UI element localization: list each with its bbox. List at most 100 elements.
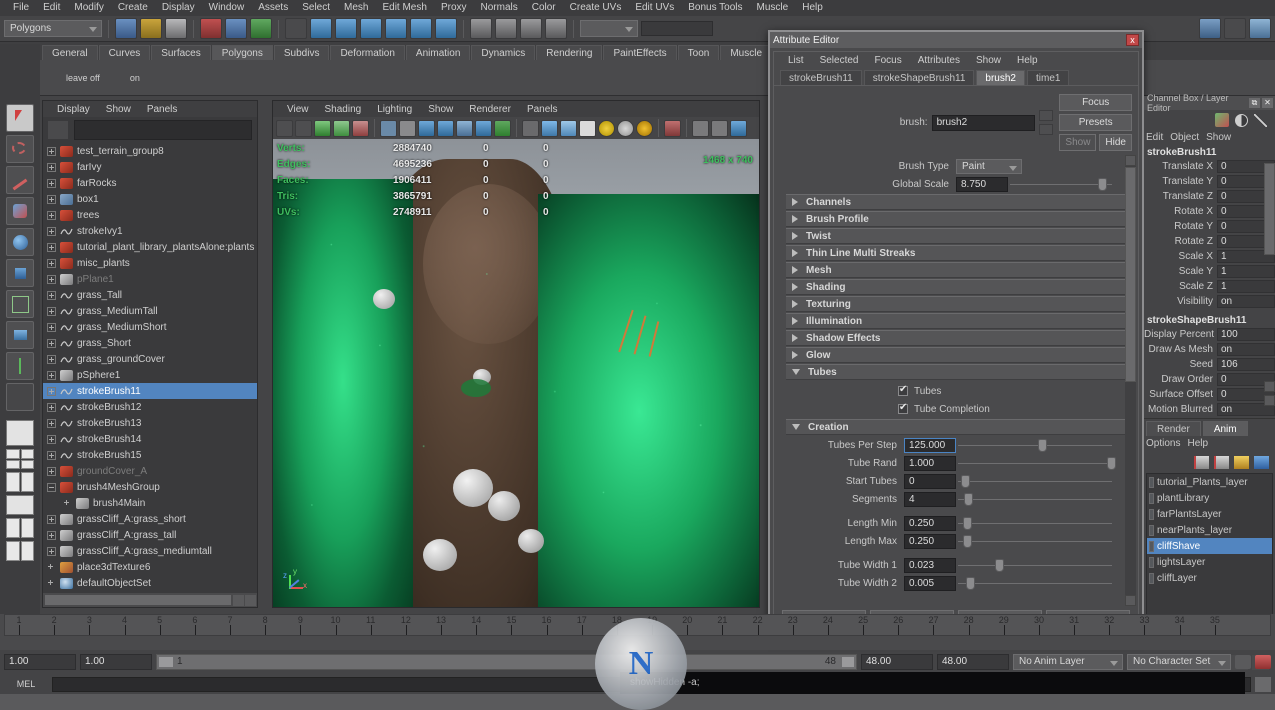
layer-editor-tabs[interactable]: Render Anim: [1144, 419, 1275, 436]
expand-toggle-icon[interactable]: [47, 434, 56, 444]
select-by-hierarchy-icon[interactable]: [200, 18, 222, 39]
channel-value-display-percent[interactable]: 100: [1217, 328, 1275, 341]
outliner-item-strokeivy1[interactable]: strokeIvy1: [43, 223, 257, 239]
shelf-tab-dynamics[interactable]: Dynamics: [471, 45, 536, 60]
expand-toggle-icon[interactable]: [47, 290, 56, 300]
outliner-item-grasscliff-a-grass-short[interactable]: grassCliff_A:grass_short: [43, 511, 257, 527]
menu-item-bonus-tools[interactable]: Bonus Tools: [681, 0, 749, 16]
attribute-editor-title-bar[interactable]: Attribute Editor x: [770, 32, 1142, 48]
image-plane-icon[interactable]: [352, 119, 369, 137]
layout-persp-trax-icon[interactable]: [6, 541, 34, 561]
range-slider[interactable]: 1 48: [156, 654, 857, 670]
outliner-hscrollbar[interactable]: [43, 593, 257, 607]
outliner-item-psphere1[interactable]: pSphere1: [43, 367, 257, 383]
expand-toggle-icon[interactable]: [47, 482, 56, 492]
snap-construction-icon[interactable]: [410, 18, 432, 39]
outliner-search-input[interactable]: [74, 120, 252, 140]
menu-item-display[interactable]: Display: [155, 0, 202, 16]
expand-toggle-icon[interactable]: [47, 450, 56, 460]
focus-button[interactable]: Focus: [1059, 94, 1132, 111]
ae-tab-brush2[interactable]: brush2: [976, 70, 1025, 85]
shelf-tab-muscle[interactable]: Muscle: [720, 45, 773, 60]
expand-toggle-icon[interactable]: [47, 162, 56, 172]
cb-menu-edit[interactable]: Edit: [1146, 132, 1163, 143]
expand-toggle-icon[interactable]: [47, 386, 56, 396]
layer-visibility-icon[interactable]: [1149, 524, 1154, 536]
section-channels[interactable]: Channels: [786, 194, 1128, 210]
layout-four-view-icon[interactable]: [6, 449, 34, 469]
snap-grid-icon[interactable]: [310, 18, 332, 39]
diagonal-line-icon[interactable]: [1254, 113, 1267, 127]
ae-tab-time1[interactable]: time1: [1026, 70, 1070, 85]
layout-hypershade-persp-icon[interactable]: [6, 518, 34, 538]
outliner-item-trees[interactable]: trees: [43, 207, 257, 223]
shelf-tab-toon[interactable]: Toon: [677, 45, 720, 60]
wireframe-shading-icon[interactable]: [522, 119, 539, 137]
shelf-tab-curves[interactable]: Curves: [98, 45, 151, 60]
outliner-item-pplane1[interactable]: pPlane1: [43, 271, 257, 287]
shelf-tab-painteffects[interactable]: PaintEffects: [603, 45, 677, 60]
shelf-tab-deformation[interactable]: Deformation: [330, 45, 405, 60]
menu-item-create[interactable]: Create: [111, 0, 155, 16]
expand-toggle-icon[interactable]: [47, 354, 56, 364]
menu-item-edit-uvs[interactable]: Edit UVs: [628, 0, 681, 16]
universal-manipulator-icon[interactable]: [6, 290, 34, 318]
menu-item-file[interactable]: File: [6, 0, 36, 16]
outliner-item-strokebrush11[interactable]: strokeBrush11: [43, 383, 257, 399]
slider-handle[interactable]: [1038, 438, 1048, 452]
expand-toggle-icon[interactable]: [47, 274, 56, 284]
expand-toggle-icon[interactable]: [47, 579, 56, 588]
snap-filter-icon[interactable]: [285, 18, 307, 39]
outliner-item-defaultobjectset[interactable]: defaultObjectSet: [43, 575, 257, 591]
flat-shade-icon[interactable]: [579, 119, 596, 137]
resolution-gate-icon[interactable]: [437, 119, 454, 137]
two-d-pan-zoom-icon[interactable]: [380, 119, 397, 137]
layer-menu-options[interactable]: Options: [1146, 438, 1180, 449]
scroll-right-icon[interactable]: [245, 594, 256, 606]
animation-end-field[interactable]: 48.00: [937, 654, 1009, 670]
half-circle-icon[interactable]: [1235, 113, 1248, 127]
layer-visibility-icon[interactable]: [1149, 476, 1154, 488]
section-twist[interactable]: Twist: [786, 228, 1128, 244]
animation-preferences-icon[interactable]: [1255, 655, 1271, 669]
expand-toggle-icon[interactable]: [47, 402, 56, 412]
expand-toggle-icon[interactable]: [47, 210, 56, 220]
section-illumination[interactable]: Illumination: [786, 313, 1128, 329]
scroll-up-icon[interactable]: [1264, 381, 1275, 392]
section-brush-profile[interactable]: Brush Profile: [786, 211, 1128, 227]
script-editor-icon[interactable]: [1255, 676, 1271, 692]
time-slider-ticks[interactable]: 1 2 3 4 5 6 7 8 9 10 11 12 13 14 15 16 17 18 19 20 21 22 23 24 2…: [4, 614, 1271, 636]
outliner-item-strokebrush12[interactable]: strokeBrush12: [43, 399, 257, 415]
layer-up-icon[interactable]: [1234, 455, 1249, 469]
expand-toggle-icon[interactable]: [47, 530, 56, 540]
shape-channel-list[interactable]: Display Percent 100 Draw As Mesh on Seed 106 D…: [1144, 327, 1275, 418]
shelf-item-leave-off[interactable]: leave off: [42, 66, 100, 89]
xray-mode-icon[interactable]: [692, 119, 709, 137]
undock-icon[interactable]: ⧉: [1249, 98, 1260, 108]
menu-item-normals[interactable]: Normals: [474, 0, 525, 16]
snap-curve-icon[interactable]: [335, 18, 357, 39]
select-tool-icon[interactable]: [6, 104, 34, 132]
axis-icon[interactable]: [1215, 113, 1229, 127]
viewport-menu-panels[interactable]: Panels: [519, 104, 566, 115]
camera-attributes-icon[interactable]: [314, 119, 331, 137]
toggle-channel-box-icon[interactable]: [1224, 18, 1246, 39]
character-set-dropdown[interactable]: No Character Set: [1127, 654, 1231, 670]
expand-toggle-icon[interactable]: [47, 546, 56, 556]
select-camera-icon[interactable]: [276, 119, 293, 137]
ae-menu-show[interactable]: Show: [968, 55, 1009, 66]
attr-slider-length-max[interactable]: [958, 534, 1112, 548]
outliner-item-strokebrush15[interactable]: strokeBrush15: [43, 447, 257, 463]
scale-tool-icon[interactable]: [6, 259, 34, 287]
outliner-item-tutorial-plant-library-plantsalone-plants[interactable]: tutorial_plant_library_plantsAlone:plant…: [43, 239, 257, 255]
menu-item-assets[interactable]: Assets: [251, 0, 295, 16]
expand-toggle-icon[interactable]: [47, 258, 56, 268]
menu-item-window[interactable]: Window: [202, 0, 252, 16]
layer-item-tutorial_plants_layer[interactable]: tutorial_Plants_layer: [1147, 474, 1272, 490]
save-scene-icon[interactable]: [165, 18, 187, 39]
outliner-item-grass-mediumshort[interactable]: grass_MediumShort: [43, 319, 257, 335]
ipr-render-icon[interactable]: [520, 18, 542, 39]
layer-list[interactable]: tutorial_Plants_layer plantLibrary farPlan…: [1146, 473, 1273, 636]
layer-visibility-icon[interactable]: [1149, 540, 1154, 552]
menu-item-modify[interactable]: Modify: [67, 0, 110, 16]
